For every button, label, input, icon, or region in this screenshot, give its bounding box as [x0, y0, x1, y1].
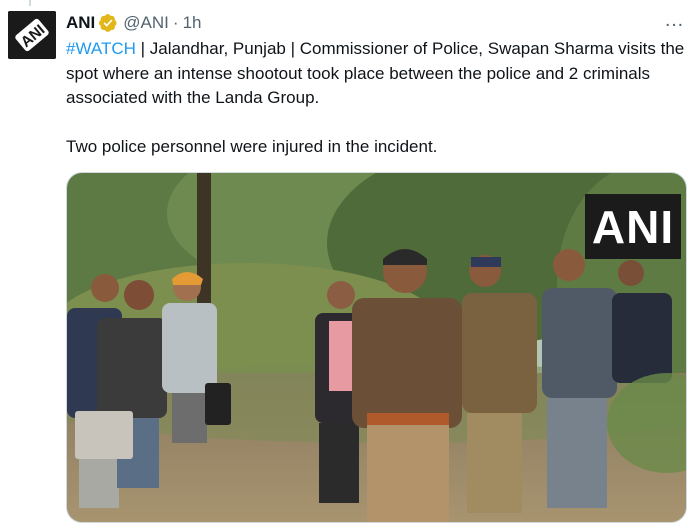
tweet-paragraph-2: Two police personnel were injured in the…	[66, 136, 438, 156]
author-name[interactable]: ANI	[66, 13, 95, 33]
tweet-body-text: | Jalandhar, Punjab | Commissioner of Po…	[66, 39, 685, 107]
more-options-icon[interactable]: …	[662, 10, 686, 34]
separator-dot: ·	[172, 13, 179, 32]
tweet-paragraph-1: #WATCH | Jalandhar, Punjab | Commissione…	[66, 37, 686, 111]
tweet-timestamp[interactable]: 1h	[183, 13, 202, 33]
author-handle[interactable]: @ANI	[123, 13, 169, 33]
hashtag-link[interactable]: #WATCH	[66, 39, 136, 58]
verified-badge-icon	[98, 13, 118, 33]
avatar[interactable]: ANI	[8, 11, 56, 59]
tweet-header: ANI @ANI · 1h	[66, 12, 682, 34]
tweet-media-image[interactable]: ANI	[66, 172, 687, 523]
thread-line	[29, 0, 31, 6]
media-watermark: ANI	[585, 194, 681, 259]
tweet-text: #WATCH | Jalandhar, Punjab | Commissione…	[66, 37, 686, 159]
ani-logo-icon: ANI	[8, 11, 56, 59]
